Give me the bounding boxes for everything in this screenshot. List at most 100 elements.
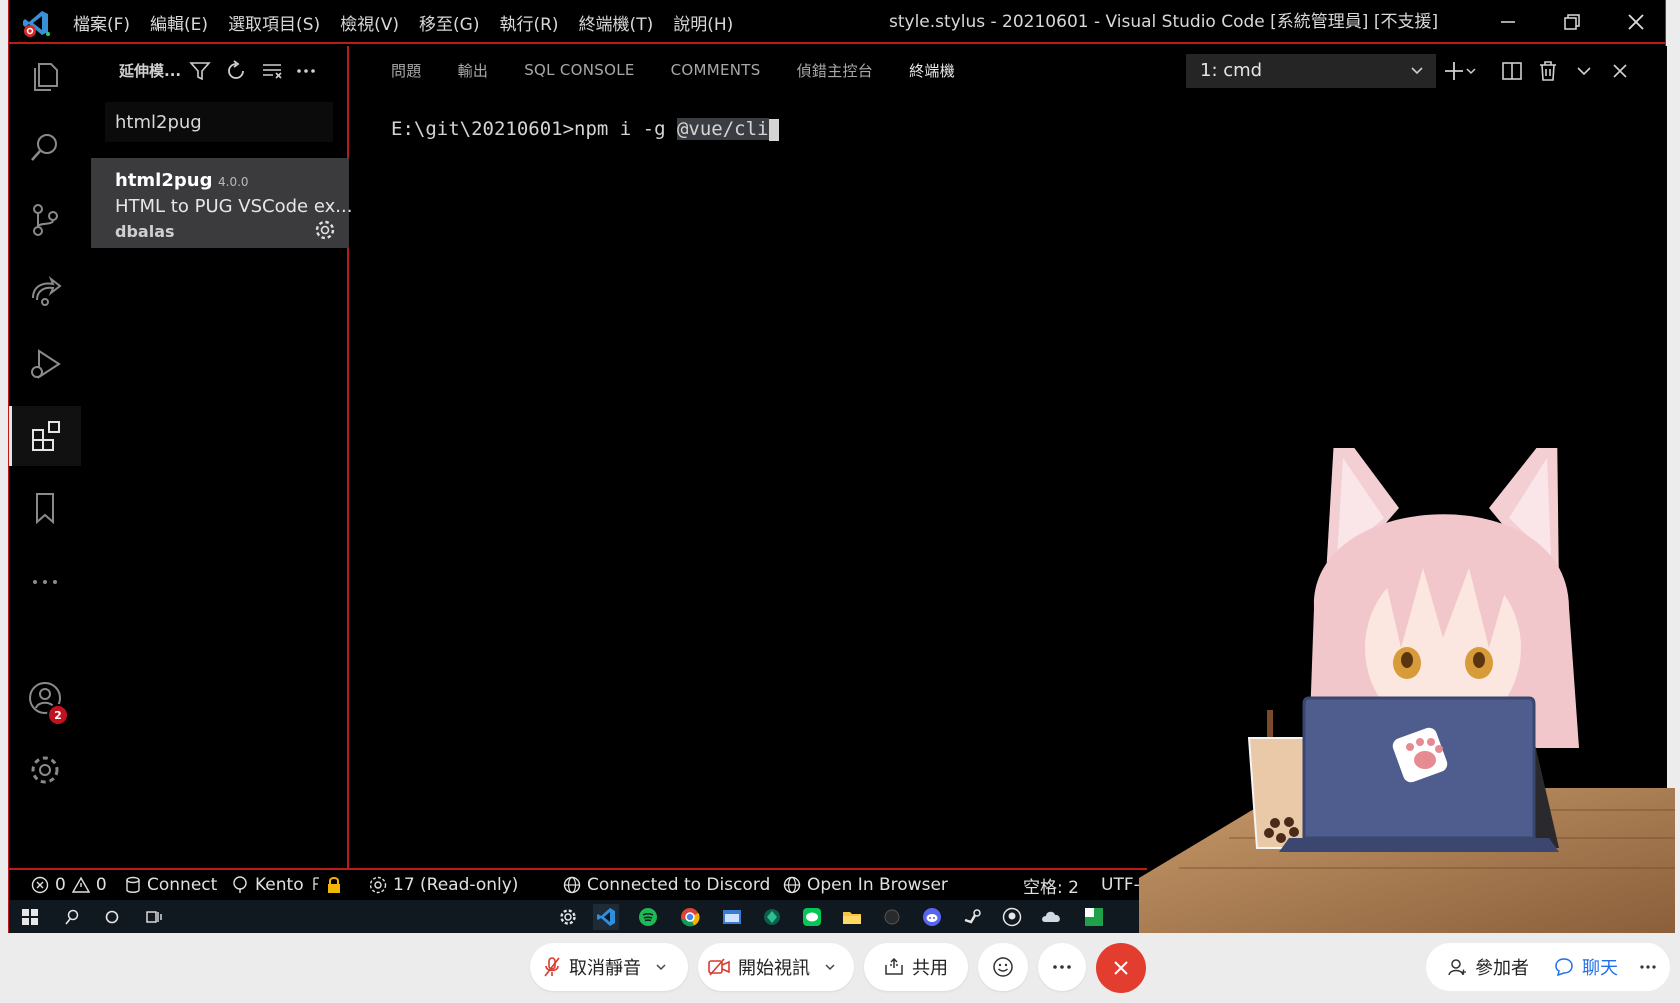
reactions-button[interactable] (978, 943, 1028, 991)
menu-run[interactable]: 執行(R) (499, 10, 558, 35)
gear-icon (560, 909, 576, 925)
clear-all-icon (263, 64, 282, 79)
maximize-panel-button[interactable] (1569, 56, 1599, 86)
activity-run-debug[interactable] (9, 334, 81, 394)
close-window-button[interactable] (1605, 0, 1667, 44)
start-video-button[interactable]: 開始視訊 (698, 943, 854, 991)
menu-file[interactable]: 檔案(F) (73, 10, 130, 35)
taskbar-app-dark[interactable] (879, 904, 905, 930)
chevron-down-icon (1466, 68, 1476, 75)
activity-live-share[interactable] (9, 262, 81, 322)
taskbar-steam[interactable] (959, 904, 985, 930)
extension-description: HTML to PUG VSCode ex... (115, 196, 353, 217)
database-connect[interactable]: Connect (125, 870, 217, 900)
terminal-output[interactable]: E:\git\20210601>npm i -g @vue/cli (391, 118, 779, 141)
taskbar-discord[interactable] (919, 904, 945, 930)
chat-button[interactable]: 聊天 (1538, 943, 1634, 991)
start-button[interactable] (17, 904, 43, 930)
taskbar-chrome[interactable] (677, 904, 703, 930)
sidebar-header: 延伸模... (81, 46, 347, 94)
vscode-window: 檔案(F) 編輯(E) 選取項目(S) 檢視(V) 移至(G) 執行(R) 終端… (8, 0, 1675, 933)
share-button[interactable]: 共用 (864, 943, 968, 991)
taskbar-line[interactable] (799, 904, 825, 930)
participants-button[interactable]: 參加者 (1438, 943, 1538, 991)
window-title: style.stylus - 20210601 - Visual Studio … (889, 12, 1439, 32)
extension-version: 4.0.0 (218, 175, 249, 189)
globe-icon (563, 876, 581, 894)
activity-more[interactable] (9, 552, 81, 612)
tab-output[interactable]: 輸出 (458, 60, 489, 81)
tab-problems[interactable]: 問題 (391, 60, 422, 81)
clear-results-button[interactable] (257, 56, 287, 86)
activity-search[interactable] (9, 118, 81, 178)
taskbar-app-green[interactable] (759, 904, 785, 930)
live-share-user[interactable]: Kento (231, 870, 350, 900)
gear-icon[interactable] (313, 218, 337, 242)
activity-extensions[interactable] (9, 406, 81, 466)
task-view-icon (146, 911, 162, 923)
share-icon (885, 958, 903, 975)
activity-source-control[interactable] (9, 190, 81, 250)
participants-label: 參加者 (1475, 958, 1529, 979)
extension-publisher: dbalas (115, 222, 175, 241)
tab-terminal[interactable]: 終端機 (909, 60, 955, 81)
open-in-browser[interactable]: Open In Browser (783, 870, 948, 900)
taskbar-vscode[interactable] (593, 904, 619, 930)
activity-bookmarks[interactable] (9, 478, 81, 538)
split-icon (1502, 62, 1522, 80)
extension-search-input[interactable] (105, 102, 333, 142)
taskbar-search[interactable] (59, 904, 85, 930)
discord-status[interactable]: Connected to Discord (563, 870, 770, 900)
menu-terminal[interactable]: 終端機(T) (579, 10, 654, 35)
vtuber-avatar-overlay (1139, 448, 1675, 933)
terminal-profiles-button[interactable] (1461, 56, 1481, 86)
taskbar-app-up[interactable] (1081, 904, 1107, 930)
close-panel-button[interactable] (1605, 56, 1635, 86)
refresh-button[interactable] (221, 56, 251, 86)
cortana-button[interactable] (99, 904, 125, 930)
menu-edit[interactable]: 編輯(E) (150, 10, 208, 35)
extension-list-item[interactable]: html2pug 4.0.0 HTML to PUG VSCode ex... … (91, 158, 353, 248)
split-terminal-button[interactable] (1497, 56, 1527, 86)
menu-view[interactable]: 檢視(V) (340, 10, 399, 35)
taskbar-spotify[interactable] (635, 904, 661, 930)
readonly-label: 17 (Read-only) (393, 875, 519, 895)
chevron-down-icon[interactable] (655, 961, 667, 973)
extension-name: html2pug (115, 170, 213, 191)
more-options-button[interactable] (1038, 943, 1086, 991)
activity-accounts[interactable]: 2 (9, 668, 81, 728)
taskbar-settings[interactable] (555, 904, 581, 930)
more-meeting-options-button[interactable] (1630, 943, 1666, 991)
readonly-status[interactable]: 17 (Read-only) (369, 870, 518, 900)
terminal-selected-text: @vue/cli (676, 118, 769, 140)
gear-icon (31, 756, 59, 784)
kill-terminal-button[interactable] (1533, 56, 1563, 86)
unmute-button[interactable]: 取消靜音 (530, 943, 688, 991)
menu-help[interactable]: 說明(H) (673, 10, 733, 35)
taskbar-app-cloud[interactable] (1039, 904, 1065, 930)
vscode-logo-icon[interactable] (21, 8, 51, 38)
unmute-label: 取消靜音 (569, 958, 641, 979)
restore-button[interactable] (1541, 0, 1603, 44)
terminal-select[interactable]: 1: cmd (1186, 54, 1436, 88)
menu-selection[interactable]: 選取項目(S) (228, 10, 320, 35)
menu-go[interactable]: 移至(G) (419, 10, 479, 35)
chevron-down-icon[interactable] (824, 961, 836, 973)
taskbar-file-explorer[interactable] (839, 904, 865, 930)
taskbar-github[interactable] (999, 904, 1025, 930)
taskbar-app-window[interactable] (719, 904, 745, 930)
activity-manage[interactable] (9, 740, 81, 800)
activity-explorer[interactable] (9, 46, 81, 106)
trash-icon (1540, 61, 1556, 81)
tab-debug-console[interactable]: 偵錯主控台 (797, 60, 874, 81)
leave-meeting-button[interactable] (1096, 943, 1146, 993)
minimize-button[interactable] (1477, 0, 1539, 44)
filter-button[interactable] (185, 56, 215, 86)
more-actions-button[interactable] (291, 56, 321, 86)
tab-sql-console[interactable]: SQL CONSOLE (524, 61, 634, 79)
task-view-button[interactable] (141, 904, 167, 930)
indentation-status[interactable]: 空格: 2 (1023, 870, 1079, 900)
tab-comments[interactable]: COMMENTS (671, 61, 761, 79)
live-share-icon (32, 275, 62, 306)
problems-status[interactable]: 0 0 (31, 870, 107, 900)
